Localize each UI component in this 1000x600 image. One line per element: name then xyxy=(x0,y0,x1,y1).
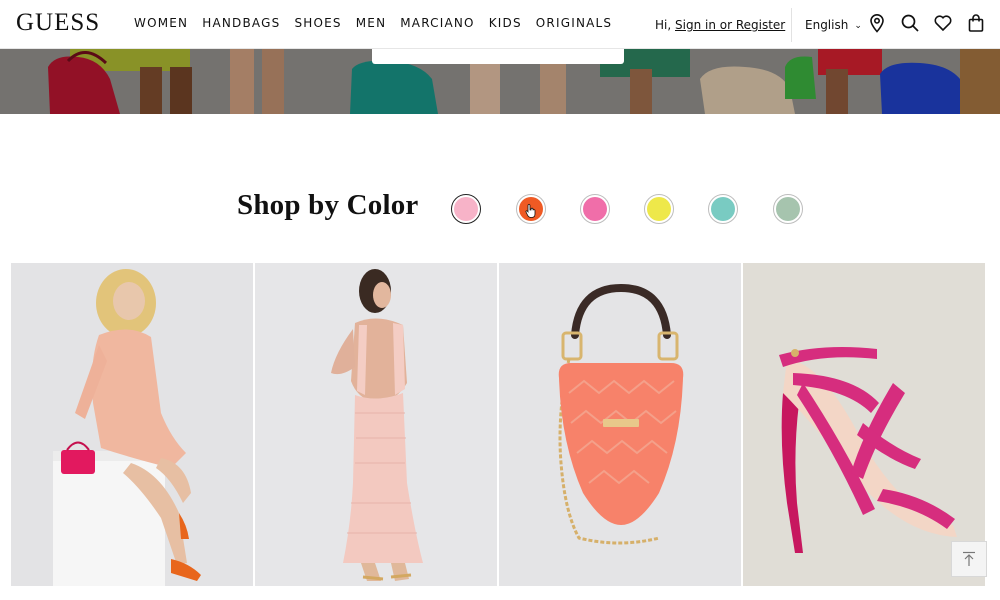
color-swatch-orange[interactable] xyxy=(516,194,546,224)
nav-item-women[interactable]: WOMEN xyxy=(134,16,188,30)
nav-item-men[interactable]: MEN xyxy=(356,16,387,30)
nav-item-shoes[interactable]: SHOES xyxy=(294,16,341,30)
swatch-fill xyxy=(519,197,543,221)
lace-maxi-dress-image xyxy=(255,263,497,586)
color-swatch-sage[interactable] xyxy=(773,194,803,224)
color-swatch-yellow[interactable] xyxy=(644,194,674,224)
swatch-fill xyxy=(711,197,735,221)
account-greeting: Hi, Sign in or Register xyxy=(655,18,785,32)
location-pin-icon[interactable] xyxy=(867,13,887,33)
sign-in-register-link[interactable]: Sign in or Register xyxy=(675,18,785,32)
nav-item-kids[interactable]: KIDS xyxy=(489,16,522,30)
heart-icon[interactable] xyxy=(933,13,953,33)
satin-wrap-dress-image xyxy=(11,263,253,586)
swatch-fill xyxy=(583,197,607,221)
shop-by-color-title: Shop by Color xyxy=(237,189,419,221)
strappy-heel-sandal-image xyxy=(743,263,985,586)
language-label: English xyxy=(805,18,849,32)
hero-content-card xyxy=(372,49,624,64)
product-tile-satin-wrap-dress[interactable] xyxy=(11,263,253,586)
shopping-bag-icon[interactable] xyxy=(966,13,986,33)
language-selector[interactable]: English ⌄ xyxy=(805,18,862,32)
swatch-fill xyxy=(454,197,478,221)
swatch-fill xyxy=(776,197,800,221)
search-icon[interactable] xyxy=(900,13,920,33)
product-tile-lace-maxi-dress[interactable] xyxy=(255,263,497,586)
nav-item-marciano[interactable]: MARCIANO xyxy=(400,16,474,30)
quilted-hobo-bag-image xyxy=(499,263,741,586)
back-to-top-button[interactable] xyxy=(951,541,987,577)
arrow-up-icon xyxy=(963,551,975,566)
color-swatch-light-pink[interactable] xyxy=(451,194,481,224)
chevron-down-icon: ⌄ xyxy=(854,21,862,31)
main-nav: WOMEN HANDBAGS SHOES MEN MARCIANO KIDS O… xyxy=(134,16,626,30)
color-swatch-pink[interactable] xyxy=(580,194,610,224)
site-header: GUESS WOMEN HANDBAGS SHOES MEN MARCIANO … xyxy=(0,0,1000,49)
greeting-text: Hi, xyxy=(655,18,672,32)
guess-logo[interactable]: GUESS xyxy=(16,9,100,37)
nav-item-originals[interactable]: ORIGINALS xyxy=(536,16,612,30)
hero-banner-image[interactable] xyxy=(0,49,1000,114)
swatch-fill xyxy=(647,197,671,221)
product-tile-strappy-heel-sandal[interactable] xyxy=(743,263,985,586)
product-tile-quilted-hobo-bag[interactable] xyxy=(499,263,741,586)
nav-item-handbags[interactable]: HANDBAGS xyxy=(202,16,280,30)
header-divider xyxy=(791,8,792,42)
color-swatch-teal[interactable] xyxy=(708,194,738,224)
